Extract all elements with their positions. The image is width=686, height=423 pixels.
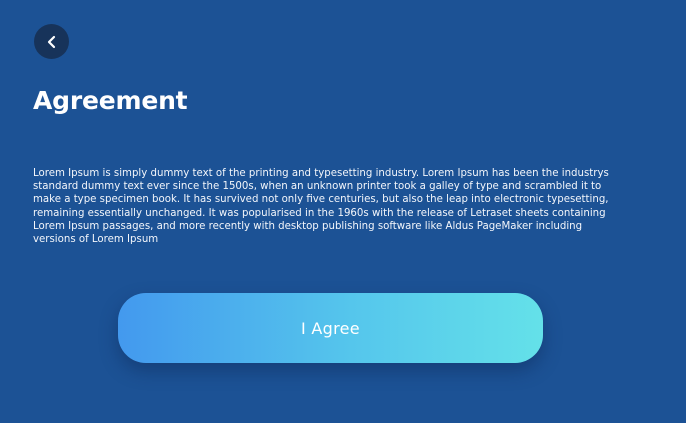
agreement-screen: Agreement Lorem Ipsum is simply dummy te…	[0, 0, 686, 423]
agreement-body-text: Lorem Ipsum is simply dummy text of the …	[33, 168, 609, 246]
back-button[interactable]	[34, 24, 69, 59]
chevron-left-icon	[46, 35, 58, 49]
agree-button[interactable]: I Agree	[118, 293, 543, 363]
page-title: Agreement	[33, 86, 188, 115]
